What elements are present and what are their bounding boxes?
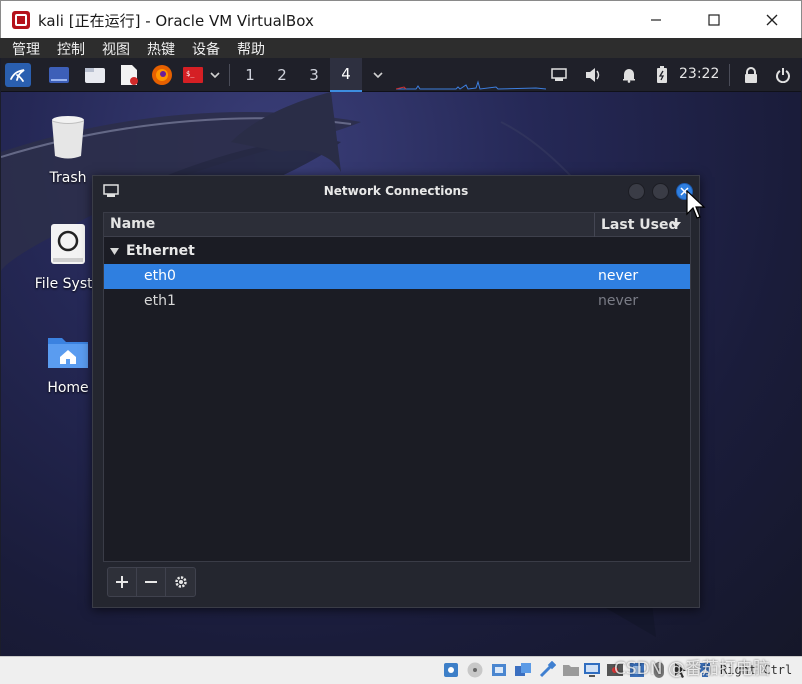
file-manager-launcher[interactable] <box>83 63 107 87</box>
menu-hotkeys[interactable]: 热键 <box>147 39 175 59</box>
group-label: Ethernet <box>126 243 195 259</box>
desktop-icon <box>49 67 69 83</box>
firefox-launcher[interactable] <box>150 63 174 87</box>
column-header-last-used[interactable]: Last Used <box>594 213 690 237</box>
launcher-dropdown-button[interactable] <box>207 63 223 87</box>
expander-arrow-icon <box>110 248 119 255</box>
add-connection-button[interactable] <box>108 568 137 596</box>
close-window-button[interactable] <box>743 1 801 39</box>
dialog-title: Network Connections <box>323 184 469 198</box>
connection-name: eth1 <box>144 293 176 309</box>
text-editor-icon <box>121 65 138 85</box>
mouse-cursor-icon <box>686 190 706 219</box>
workspace-2[interactable]: 2 <box>266 58 298 92</box>
firefox-icon <box>152 65 172 85</box>
column-header-label: Last Used <box>601 217 679 233</box>
connection-row-eth1[interactable]: eth1 never <box>104 289 690 314</box>
display-icon[interactable] <box>583 661 601 679</box>
chevron-down-icon <box>210 72 220 79</box>
bell-icon <box>623 69 635 83</box>
workspace-4[interactable]: 4 <box>330 58 362 92</box>
shared-folder-icon[interactable] <box>562 661 580 679</box>
power-icon <box>776 68 790 83</box>
connections-list[interactable]: Name Last Used Ethernet eth0 never eth1 … <box>103 212 691 562</box>
panel-separator <box>729 64 730 86</box>
dialog-minimize-button[interactable] <box>628 183 645 200</box>
chevron-down-icon <box>373 72 383 79</box>
terminal-launcher[interactable]: $_ <box>181 63 205 87</box>
workspace-1[interactable]: 1 <box>234 58 266 92</box>
network-status-button[interactable] <box>549 63 569 87</box>
sort-descending-icon <box>671 222 681 228</box>
volume-icon <box>586 68 600 82</box>
column-header-name[interactable]: Name <box>110 216 155 232</box>
menu-manage[interactable]: 管理 <box>12 39 40 59</box>
connection-row-eth0[interactable]: eth0 never <box>104 264 690 289</box>
trash-icon <box>51 116 85 159</box>
svg-text:$_: $_ <box>186 70 195 78</box>
maximize-icon <box>708 14 720 26</box>
list-header: Name Last Used <box>104 213 690 237</box>
folder-icon <box>85 68 105 83</box>
minimize-button[interactable] <box>627 1 685 39</box>
show-desktop-button[interactable] <box>47 63 71 87</box>
lock-screen-button[interactable] <box>741 63 761 87</box>
text-editor-launcher[interactable] <box>117 63 141 87</box>
audio-icon[interactable] <box>490 661 508 679</box>
network-adapter-icon[interactable] <box>514 661 532 679</box>
cpu-graph <box>396 80 546 90</box>
menu-control[interactable]: 控制 <box>57 39 85 59</box>
dialog-maximize-button[interactable] <box>652 183 669 200</box>
watermark-text: CSDN @番茄打电脑 <box>614 659 770 679</box>
window-list-dropdown[interactable] <box>370 63 386 87</box>
home-folder-icon <box>48 338 88 368</box>
window-title: kali [正在运行] - Oracle VM VirtualBox <box>38 12 314 30</box>
network-connections-dialog: Network Connections Name Last Used Ether… <box>92 175 700 608</box>
menu-view[interactable]: 视图 <box>102 39 130 59</box>
panel-separator <box>229 64 230 86</box>
remove-icon <box>145 581 157 583</box>
volume-button[interactable] <box>584 63 604 87</box>
battery-icon <box>657 66 667 83</box>
network-icon <box>551 68 567 81</box>
kali-dragon-icon <box>10 69 25 82</box>
power-button[interactable] <box>773 63 793 87</box>
usb-icon[interactable] <box>538 661 556 679</box>
notifications-button[interactable] <box>619 63 639 87</box>
minimize-icon <box>651 19 661 21</box>
applications-menu-button[interactable] <box>5 63 31 87</box>
maximize-button[interactable] <box>685 1 743 39</box>
connection-last-used: never <box>598 293 639 309</box>
menu-help[interactable]: 帮助 <box>237 39 265 59</box>
connection-name: eth0 <box>144 268 176 284</box>
host-title-bar: kali [正在运行] - Oracle VM VirtualBox <box>0 0 802 38</box>
connection-last-used: never <box>598 268 639 284</box>
panel-clock[interactable]: 23:22 <box>679 66 719 82</box>
lock-icon <box>745 67 757 83</box>
dialog-toolbar <box>107 567 196 597</box>
terminal-icon: $_ <box>183 67 203 83</box>
close-icon <box>766 14 778 26</box>
edit-connection-button[interactable] <box>166 568 195 596</box>
host-menu-bar: 管理 控制 视图 热键 设备 帮助 <box>0 38 802 58</box>
workspace-3[interactable]: 3 <box>298 58 330 92</box>
battery-button[interactable] <box>652 63 672 87</box>
remove-connection-button[interactable] <box>137 568 166 596</box>
group-row-ethernet[interactable]: Ethernet <box>104 239 690 264</box>
drive-icon <box>51 224 85 264</box>
menu-devices[interactable]: 设备 <box>192 39 220 59</box>
disk-icon[interactable] <box>466 661 484 679</box>
virtualbox-logo-icon <box>12 11 30 29</box>
settings-icon <box>174 576 187 588</box>
add-icon <box>116 576 128 588</box>
kali-top-panel: $_ 1 2 3 4 23:22 <box>1 58 801 92</box>
optical-drive-icon[interactable] <box>442 661 460 679</box>
